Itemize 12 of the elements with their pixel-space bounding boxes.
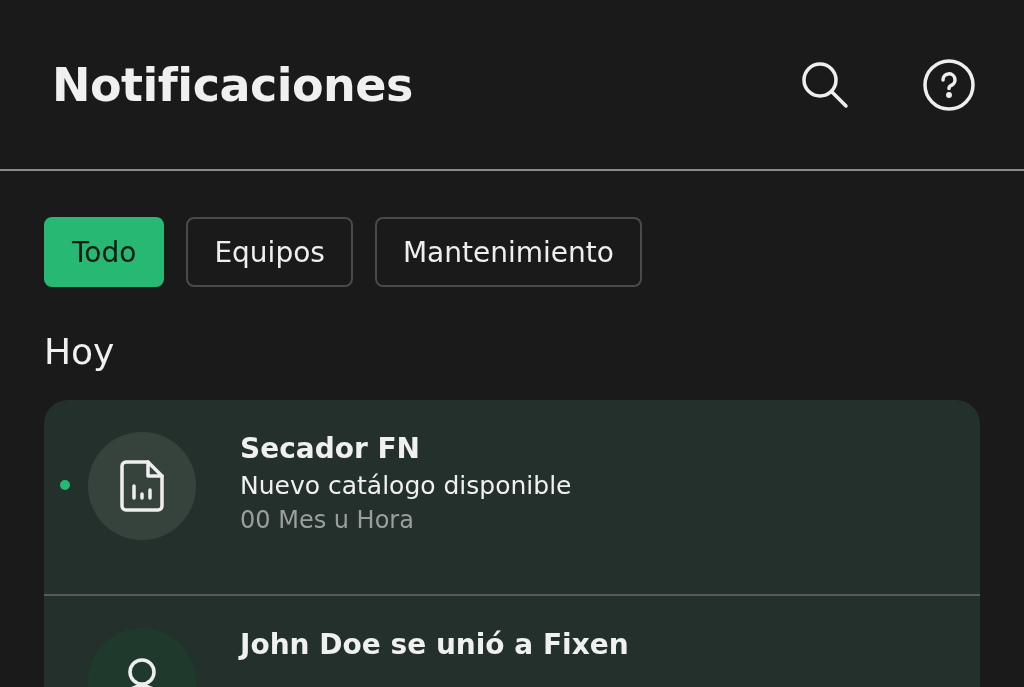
filter-chip[interactable]: Mantenimiento — [374, 217, 642, 287]
notification-message: Nuevo catálogo disponible — [240, 471, 572, 500]
notification-time: 00 Mes u Hora — [240, 506, 415, 534]
notification-title: John Doe se unió a Fixen — [240, 628, 629, 661]
filter-chip[interactable]: Equipos — [186, 217, 353, 287]
search-icon[interactable] — [800, 59, 850, 110]
document-chart-icon — [120, 460, 164, 512]
page-title: Notificaciones — [52, 57, 414, 112]
help-icon[interactable] — [922, 57, 976, 112]
section-heading: Hoy — [43, 330, 116, 372]
notification-title: Secador FN — [240, 432, 422, 465]
filter-chip[interactable]: Todo — [44, 217, 165, 287]
